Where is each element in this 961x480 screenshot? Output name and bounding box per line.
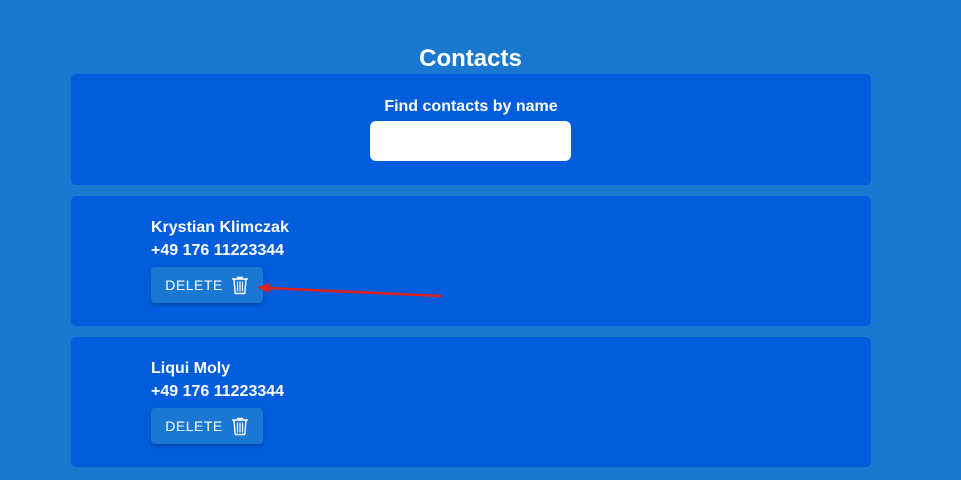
page-title: Contacts [419,45,522,72]
contact-name: Liqui Moly [151,360,231,377]
search-label: Find contacts by name [384,98,558,115]
contacts-page: Contacts Find contacts by name Krystian … [0,0,961,480]
contact-phone: +49 176 11223344 [151,242,285,259]
delete-button-label: DELETE [165,277,223,293]
search-panel: Find contacts by name [71,74,871,185]
trash-icon [231,416,249,436]
search-input[interactable] [370,121,571,161]
contact-card: Liqui Moly +49 176 11223344 DELETE [71,337,871,467]
delete-button-label: DELETE [165,418,223,434]
contact-phone: +49 176 11223344 [151,383,285,400]
delete-button[interactable]: DELETE [151,267,263,303]
delete-button[interactable]: DELETE [151,408,263,444]
contact-card: Krystian Klimczak +49 176 11223344 DELET… [71,196,871,326]
contact-name: Krystian Klimczak [151,219,289,236]
trash-icon [231,275,249,295]
